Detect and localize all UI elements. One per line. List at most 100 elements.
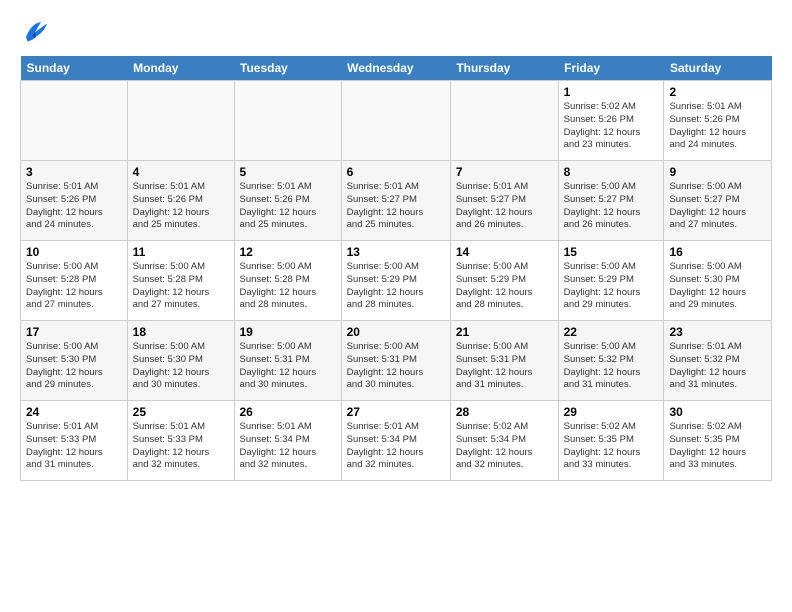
weekday-header-monday: Monday — [127, 56, 234, 81]
calendar-cell: 21 Sunrise: 5:00 AM Sunset: 5:31 PM Dayli… — [450, 321, 558, 401]
calendar-cell: 18 Sunrise: 5:00 AM Sunset: 5:30 PM Dayli… — [127, 321, 234, 401]
day-info: Sunrise: 5:01 AM Sunset: 5:34 PM Dayligh… — [347, 421, 445, 472]
calendar-cell: 19 Sunrise: 5:00 AM Sunset: 5:31 PM Dayli… — [234, 321, 341, 401]
day-number: 8 — [564, 165, 659, 179]
weekday-header-row: SundayMondayTuesdayWednesdayThursdayFrid… — [21, 56, 772, 81]
day-info: Sunrise: 5:00 AM Sunset: 5:28 PM Dayligh… — [240, 261, 336, 312]
day-number: 24 — [26, 405, 122, 419]
calendar-cell — [21, 81, 128, 161]
day-info: Sunrise: 5:00 AM Sunset: 5:31 PM Dayligh… — [240, 341, 336, 392]
day-number: 14 — [456, 245, 553, 259]
day-number: 19 — [240, 325, 336, 339]
day-info: Sunrise: 5:01 AM Sunset: 5:26 PM Dayligh… — [26, 181, 122, 232]
day-number: 10 — [26, 245, 122, 259]
day-number: 6 — [347, 165, 445, 179]
calendar-cell: 1Sunrise: 5:02 AM Sunset: 5:26 PM Daylig… — [558, 81, 664, 161]
weekday-header-thursday: Thursday — [450, 56, 558, 81]
calendar-week-1: 1Sunrise: 5:02 AM Sunset: 5:26 PM Daylig… — [21, 81, 772, 161]
calendar-cell — [450, 81, 558, 161]
day-number: 9 — [669, 165, 766, 179]
calendar-cell: 16Sunrise: 5:00 AM Sunset: 5:30 PM Dayli… — [664, 241, 772, 321]
calendar-cell: 11Sunrise: 5:00 AM Sunset: 5:28 PM Dayli… — [127, 241, 234, 321]
day-number: 28 — [456, 405, 553, 419]
calendar-week-2: 3 Sunrise: 5:01 AM Sunset: 5:26 PM Daylig… — [21, 161, 772, 241]
day-info: Sunrise: 5:01 AM Sunset: 5:34 PM Dayligh… — [240, 421, 336, 472]
day-number: 2 — [669, 85, 766, 99]
day-number: 27 — [347, 405, 445, 419]
calendar-cell: 23 Sunrise: 5:01 AM Sunset: 5:32 PM Dayli… — [664, 321, 772, 401]
day-number: 23 — [669, 325, 766, 339]
calendar-week-3: 10 Sunrise: 5:00 AM Sunset: 5:28 PM Dayli… — [21, 241, 772, 321]
day-info: Sunrise: 5:02 AM Sunset: 5:35 PM Dayligh… — [564, 421, 659, 472]
weekday-header-sunday: Sunday — [21, 56, 128, 81]
day-number: 29 — [564, 405, 659, 419]
calendar-cell: 15 Sunrise: 5:00 AM Sunset: 5:29 PM Dayli… — [558, 241, 664, 321]
day-info: Sunrise: 5:01 AM Sunset: 5:32 PM Dayligh… — [669, 341, 766, 392]
day-number: 15 — [564, 245, 659, 259]
day-info: Sunrise: 5:00 AM Sunset: 5:31 PM Dayligh… — [347, 341, 445, 392]
calendar-cell: 8 Sunrise: 5:00 AM Sunset: 5:27 PM Daylig… — [558, 161, 664, 241]
day-number: 5 — [240, 165, 336, 179]
day-number: 4 — [133, 165, 229, 179]
day-number: 1 — [564, 85, 659, 99]
calendar-table: SundayMondayTuesdayWednesdayThursdayFrid… — [20, 56, 772, 481]
day-info: Sunrise: 5:00 AM Sunset: 5:29 PM Dayligh… — [564, 261, 659, 312]
day-number: 13 — [347, 245, 445, 259]
calendar-cell: 6 Sunrise: 5:01 AM Sunset: 5:27 PM Daylig… — [341, 161, 450, 241]
calendar-week-4: 17 Sunrise: 5:00 AM Sunset: 5:30 PM Dayli… — [21, 321, 772, 401]
calendar-cell: 2 Sunrise: 5:01 AM Sunset: 5:26 PM Daylig… — [664, 81, 772, 161]
day-info: Sunrise: 5:01 AM Sunset: 5:27 PM Dayligh… — [347, 181, 445, 232]
day-info: Sunrise: 5:00 AM Sunset: 5:28 PM Dayligh… — [133, 261, 229, 312]
logo-icon — [20, 16, 50, 46]
day-number: 17 — [26, 325, 122, 339]
day-number: 22 — [564, 325, 659, 339]
calendar-cell: 3 Sunrise: 5:01 AM Sunset: 5:26 PM Daylig… — [21, 161, 128, 241]
calendar-cell: 27 Sunrise: 5:01 AM Sunset: 5:34 PM Dayli… — [341, 401, 450, 481]
calendar-cell: 20 Sunrise: 5:00 AM Sunset: 5:31 PM Dayli… — [341, 321, 450, 401]
page: SundayMondayTuesdayWednesdayThursdayFrid… — [0, 0, 792, 491]
day-info: Sunrise: 5:00 AM Sunset: 5:28 PM Dayligh… — [26, 261, 122, 312]
calendar-cell: 30 Sunrise: 5:02 AM Sunset: 5:35 PM Dayli… — [664, 401, 772, 481]
calendar-cell: 29 Sunrise: 5:02 AM Sunset: 5:35 PM Dayli… — [558, 401, 664, 481]
day-info: Sunrise: 5:01 AM Sunset: 5:33 PM Dayligh… — [26, 421, 122, 472]
day-info: Sunrise: 5:00 AM Sunset: 5:30 PM Dayligh… — [133, 341, 229, 392]
day-number: 3 — [26, 165, 122, 179]
calendar-cell: 13 Sunrise: 5:00 AM Sunset: 5:29 PM Dayli… — [341, 241, 450, 321]
weekday-header-saturday: Saturday — [664, 56, 772, 81]
day-number: 30 — [669, 405, 766, 419]
calendar-cell: 22Sunrise: 5:00 AM Sunset: 5:32 PM Dayli… — [558, 321, 664, 401]
calendar-cell: 25Sunrise: 5:01 AM Sunset: 5:33 PM Dayli… — [127, 401, 234, 481]
calendar-cell — [127, 81, 234, 161]
calendar-cell: 5 Sunrise: 5:01 AM Sunset: 5:26 PM Daylig… — [234, 161, 341, 241]
day-info: Sunrise: 5:01 AM Sunset: 5:26 PM Dayligh… — [669, 101, 766, 152]
day-number: 12 — [240, 245, 336, 259]
day-info: Sunrise: 5:00 AM Sunset: 5:31 PM Dayligh… — [456, 341, 553, 392]
day-info: Sunrise: 5:00 AM Sunset: 5:29 PM Dayligh… — [347, 261, 445, 312]
calendar-cell: 10 Sunrise: 5:00 AM Sunset: 5:28 PM Dayli… — [21, 241, 128, 321]
day-info: Sunrise: 5:01 AM Sunset: 5:27 PM Dayligh… — [456, 181, 553, 232]
calendar-cell: 28 Sunrise: 5:02 AM Sunset: 5:34 PM Dayli… — [450, 401, 558, 481]
day-number: 25 — [133, 405, 229, 419]
weekday-header-friday: Friday — [558, 56, 664, 81]
day-number: 21 — [456, 325, 553, 339]
day-info: Sunrise: 5:02 AM Sunset: 5:34 PM Dayligh… — [456, 421, 553, 472]
day-number: 18 — [133, 325, 229, 339]
day-info: Sunrise: 5:00 AM Sunset: 5:29 PM Dayligh… — [456, 261, 553, 312]
logo — [20, 16, 54, 46]
day-number: 16 — [669, 245, 766, 259]
day-info: Sunrise: 5:01 AM Sunset: 5:26 PM Dayligh… — [240, 181, 336, 232]
day-info: Sunrise: 5:00 AM Sunset: 5:27 PM Dayligh… — [669, 181, 766, 232]
calendar-week-5: 24 Sunrise: 5:01 AM Sunset: 5:33 PM Dayli… — [21, 401, 772, 481]
calendar-cell: 9 Sunrise: 5:00 AM Sunset: 5:27 PM Daylig… — [664, 161, 772, 241]
calendar-cell: 17 Sunrise: 5:00 AM Sunset: 5:30 PM Dayli… — [21, 321, 128, 401]
day-number: 20 — [347, 325, 445, 339]
calendar-cell: 4Sunrise: 5:01 AM Sunset: 5:26 PM Daylig… — [127, 161, 234, 241]
day-number: 26 — [240, 405, 336, 419]
header — [20, 16, 772, 46]
day-info: Sunrise: 5:00 AM Sunset: 5:27 PM Dayligh… — [564, 181, 659, 232]
calendar-cell: 14 Sunrise: 5:00 AM Sunset: 5:29 PM Dayli… — [450, 241, 558, 321]
day-info: Sunrise: 5:00 AM Sunset: 5:30 PM Dayligh… — [26, 341, 122, 392]
weekday-header-wednesday: Wednesday — [341, 56, 450, 81]
day-info: Sunrise: 5:02 AM Sunset: 5:35 PM Dayligh… — [669, 421, 766, 472]
calendar-cell: 24 Sunrise: 5:01 AM Sunset: 5:33 PM Dayli… — [21, 401, 128, 481]
